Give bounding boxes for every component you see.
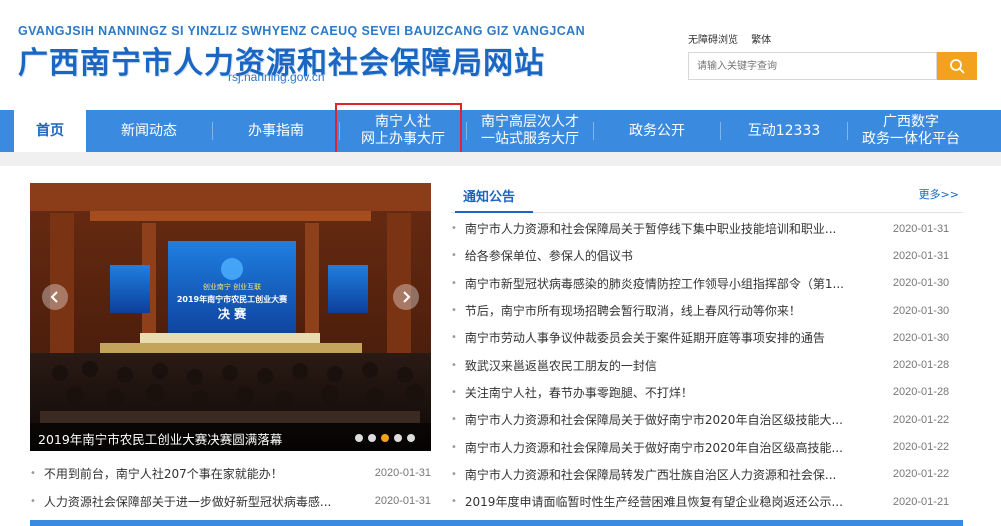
list-item[interactable]: • 致武汉来邕返邕农民工朋友的一封信 2020-01-28	[451, 351, 963, 378]
list-item[interactable]: • 不用到前台，南宁人社207个事在家就能办！ 2020-01-31	[30, 459, 431, 487]
carousel-dot-active[interactable]	[381, 434, 389, 442]
bullet-icon: •	[451, 441, 457, 453]
list-item[interactable]: • 南宁市新型冠状病毒感染的肺炎疫情防控工作领导小组指挥部令（第1... 2020-…	[451, 270, 963, 297]
list-item[interactable]: • 南宁市人力资源和社会保障局关于做好南宁市2020年自治区级技能大... 2020…	[451, 406, 963, 433]
tab-notices[interactable]: 通知公告	[463, 186, 515, 205]
list-item[interactable]: • 关注南宁人社，春节办事零跑腿、不打烊！ 2020-01-28	[451, 379, 963, 406]
bullet-icon: •	[30, 495, 36, 507]
banner-screen-subtitle: 决 赛	[218, 306, 247, 321]
more-link[interactable]: 更多>>	[919, 186, 959, 202]
list-item[interactable]: • 南宁市人力资源和社会保障局转发广西壮族自治区人力资源和社会保... 2020-0…	[451, 461, 963, 488]
active-tab-indicator	[455, 211, 533, 213]
content-divider	[0, 152, 1001, 166]
site-header: GVANGJSIH NANNINGZ SI YINZLIZ SWHYENZ CA…	[0, 0, 1001, 110]
bullet-icon: •	[451, 496, 457, 508]
search-icon	[950, 59, 965, 74]
accessibility-link[interactable]: 无障碍浏览	[688, 35, 738, 46]
banner-carousel[interactable]: 创业南宁 创业互联 2019年南宁市农民工创业大赛 决 赛 2019年南宁市农民…	[30, 183, 431, 451]
top-links: 无障碍浏览 繁体	[688, 31, 781, 46]
bullet-icon: •	[451, 223, 457, 235]
notices-header: 通知公告 更多>>	[451, 180, 963, 213]
nav-item-public-affairs[interactable]: 政务公开	[594, 110, 720, 152]
chevron-left-icon	[50, 291, 58, 303]
nav-item-news[interactable]: 新闻动态	[86, 110, 212, 152]
notices-panel: 通知公告 更多>> • 南宁市人力资源和社会保障局关于暂停线下集中职业技能培训和职…	[451, 180, 963, 513]
notice-list: • 南宁市人力资源和社会保障局关于暂停线下集中职业技能培训和职业... 2020-0…	[451, 215, 963, 515]
bullet-icon: •	[451, 250, 457, 262]
list-item[interactable]: • 南宁市人力资源和社会保障局关于暂停线下集中职业技能培训和职业... 2020-0…	[451, 215, 963, 242]
bullet-icon: •	[451, 277, 457, 289]
carousel-dot[interactable]	[394, 434, 402, 442]
search-input[interactable]	[688, 52, 937, 80]
banner-screen-slogan: 创业南宁 创业互联	[203, 282, 261, 291]
bullet-icon: •	[451, 468, 457, 480]
banner-screen-title: 2019年南宁市农民工创业大赛	[177, 294, 288, 304]
list-item[interactable]: • 南宁市劳动人事争议仲裁委员会关于案件延期开庭等事项安排的通告 2020-01-3…	[451, 324, 963, 351]
carousel-dot[interactable]	[407, 434, 415, 442]
traditional-chinese-link[interactable]: 繁体	[751, 35, 771, 46]
main-nav: 首页 新闻动态 办事指南 南宁人社 网上办事大厅 南宁高层次人才 一站式服务大厅…	[0, 110, 1001, 152]
nav-item-talent-hall[interactable]: 南宁高层次人才 一站式服务大厅	[467, 110, 593, 152]
bullet-icon: •	[451, 305, 457, 317]
nav-item-guide[interactable]: 办事指南	[213, 110, 339, 152]
carousel-dots	[355, 434, 415, 442]
chevron-right-icon	[403, 291, 411, 303]
carousel-next-button[interactable]	[393, 284, 419, 310]
nav-item-online-hall[interactable]: 南宁人社 网上办事大厅	[340, 110, 466, 152]
bullet-icon: •	[30, 467, 36, 479]
list-item[interactable]: • 南宁市人力资源和社会保障局关于做好南宁市2020年自治区级高技能... 2020…	[451, 433, 963, 460]
carousel-dot[interactable]	[355, 434, 363, 442]
nav-item-home[interactable]: 首页	[14, 110, 86, 152]
list-item[interactable]: • 人力资源社会保障部关于进一步做好新型冠状病毒感... 2020-01-31	[30, 487, 431, 515]
site-title-pinyin: GVANGJSIH NANNINGZ SI YINZLIZ SWHYENZ CA…	[18, 24, 586, 38]
search-button[interactable]	[937, 52, 977, 80]
list-item[interactable]: • 2019年度申请面临暂时性生产经营困难且恢复有望企业稳岗返还公示... 2020…	[451, 488, 963, 515]
bullet-icon: •	[451, 386, 457, 398]
carousel-dot[interactable]	[368, 434, 376, 442]
site-domain: rsj.nanning.gov.cn	[228, 70, 325, 84]
bottom-divider	[30, 520, 963, 526]
bullet-icon: •	[451, 332, 457, 344]
bullet-icon: •	[451, 414, 457, 426]
list-item[interactable]: • 节后，南宁市所有现场招聘会暂行取消，线上春风行动等你来！ 2020-01-30	[451, 297, 963, 324]
banner-image: 创业南宁 创业互联 2019年南宁市农民工创业大赛 决 赛	[30, 183, 431, 451]
nav-item-interaction[interactable]: 互动12333	[721, 110, 847, 152]
nav-item-digital-platform[interactable]: 广西数字 政务一体化平台	[848, 110, 974, 152]
carousel-prev-button[interactable]	[42, 284, 68, 310]
bullet-icon: •	[451, 359, 457, 371]
left-news-list: • 不用到前台，南宁人社207个事在家就能办！ 2020-01-31 • 人力资…	[30, 459, 431, 515]
list-item[interactable]: • 给各参保单位、参保人的倡议书 2020-01-31	[451, 242, 963, 269]
